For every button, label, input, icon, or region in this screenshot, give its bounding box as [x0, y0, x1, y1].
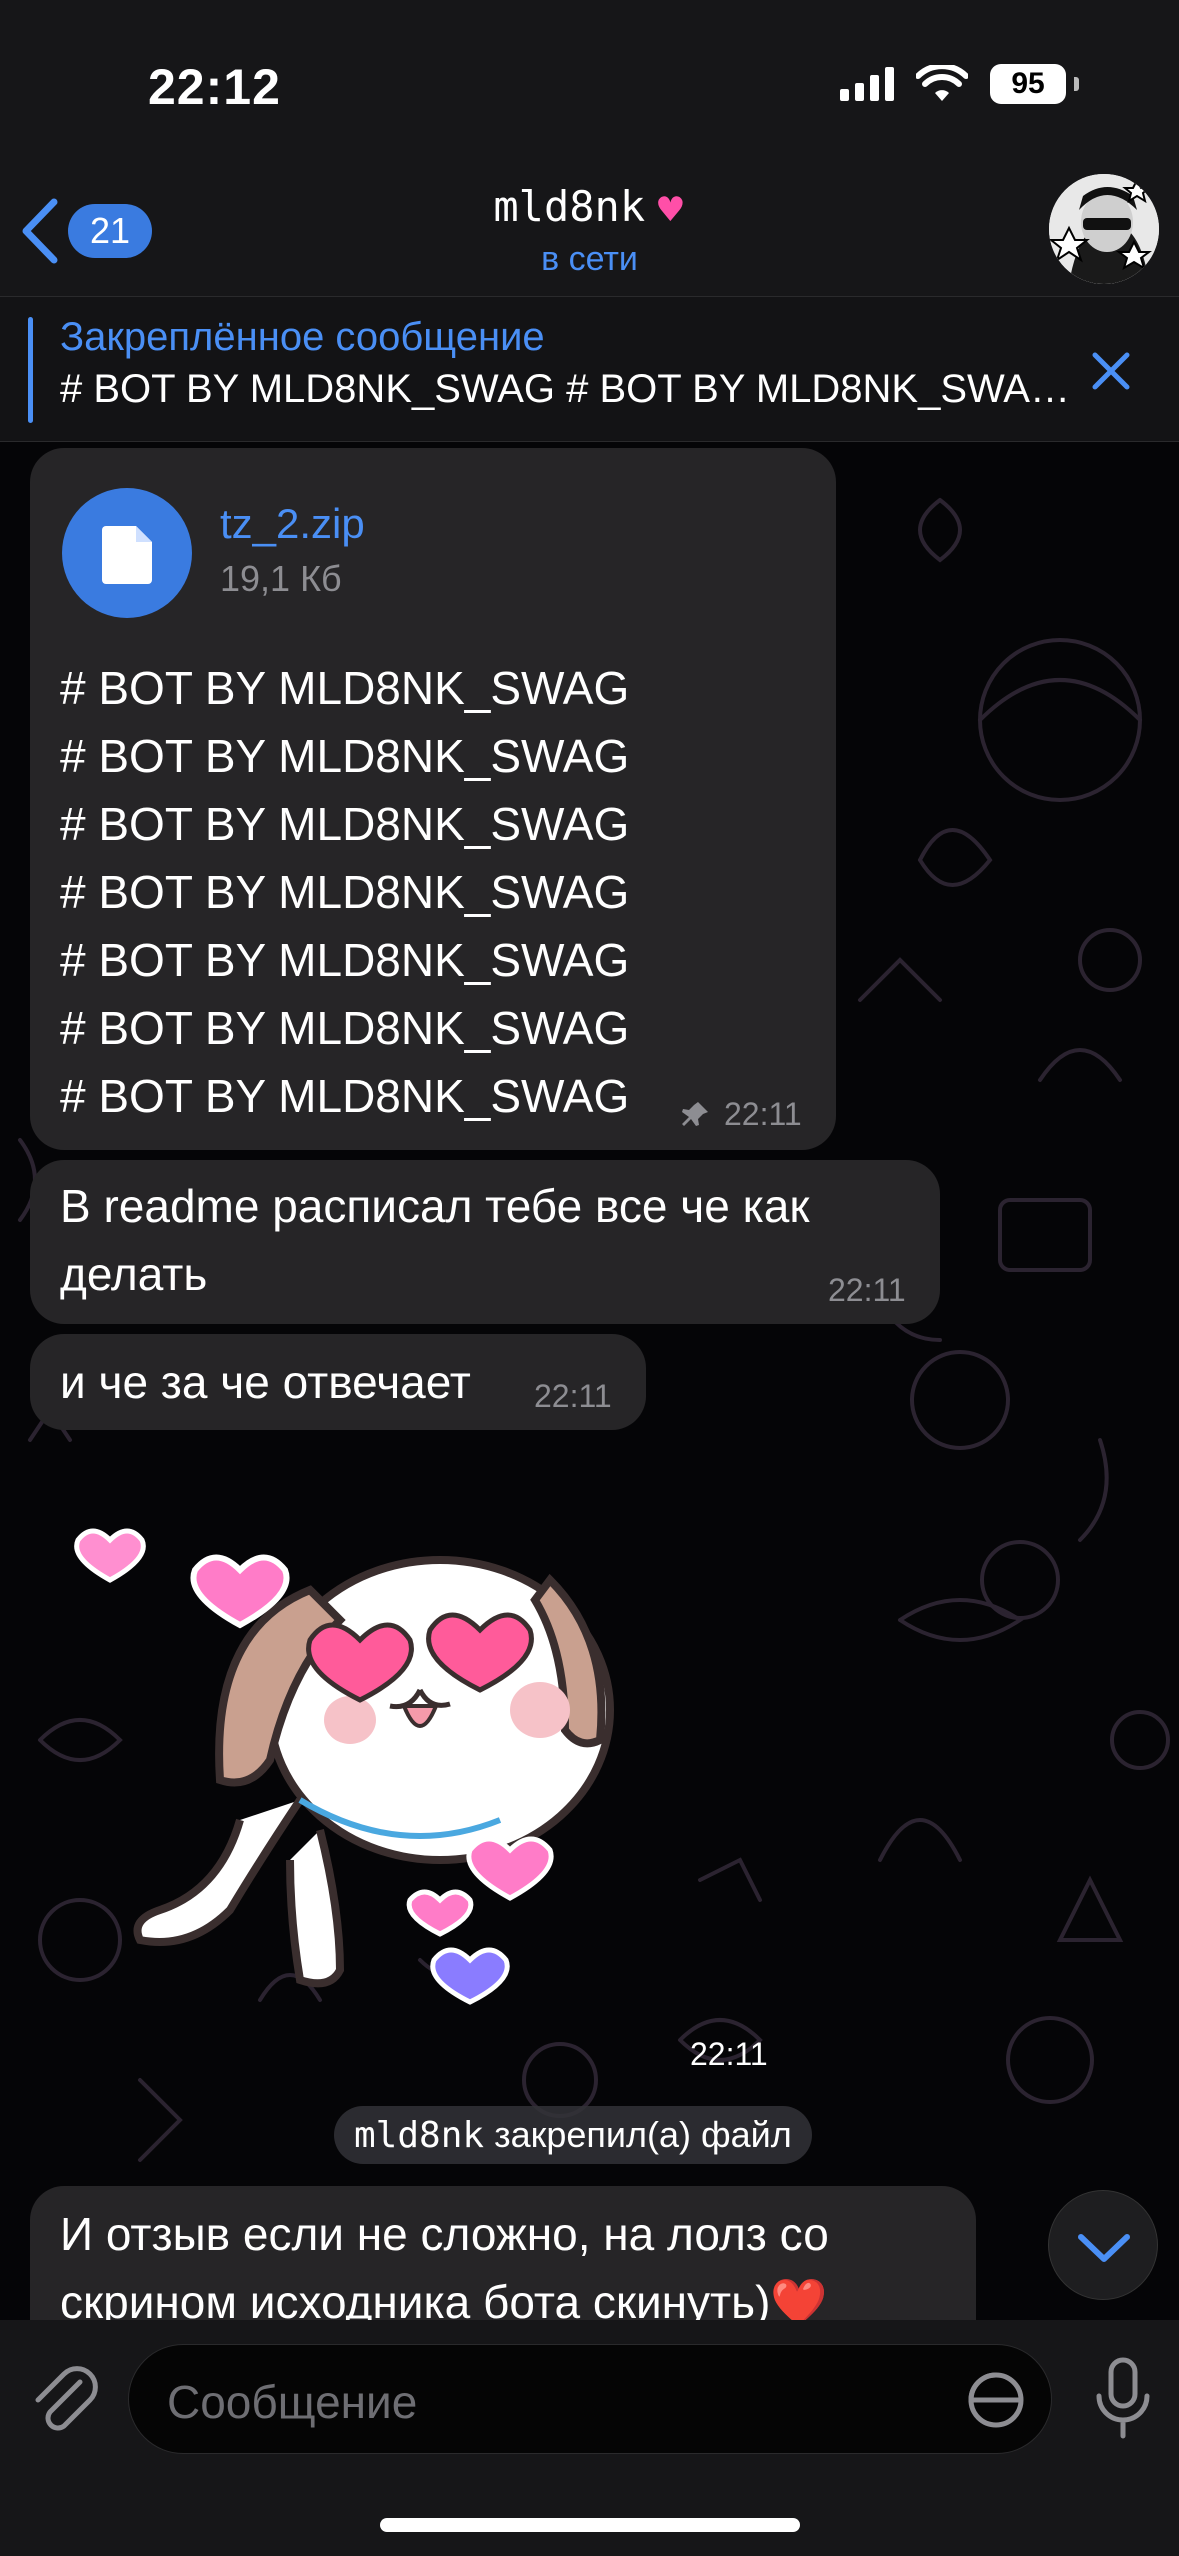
message-line: # BOT BY MLD8NK_SWAG [60, 934, 630, 986]
message-input[interactable]: Сообщение [128, 2344, 1052, 2454]
chat-header: 21 mld8nk ♥ в сети [0, 160, 1179, 296]
online-status: в сети [541, 240, 638, 278]
text-message[interactable]: И отзыв если не сложно, на лолз со скрин… [30, 2186, 976, 2320]
microphone-icon[interactable] [1093, 2356, 1153, 2442]
sticker-time: 22:11 [690, 2036, 768, 2072]
message-clip: И отзыв если не сложно, на лолз со скрин… [0, 2176, 1179, 2320]
message-time: 22:11 [828, 1272, 906, 1308]
message-input-bar: Сообщение [0, 2320, 1179, 2556]
chat-screen: 22:12 95 21 mld8nk ♥ в сети Закреплённое… [0, 0, 1179, 2556]
text-message[interactable]: В readme расписал тебе все че как делать… [30, 1160, 940, 1324]
wifi-icon [916, 65, 968, 101]
status-icons: 95 [840, 64, 1079, 104]
pinned-accent-line [28, 317, 33, 423]
message-time: 22:11 [724, 1096, 802, 1132]
text-message[interactable]: и че за че отвечает 22:11 [30, 1334, 646, 1430]
file-size: 19,1 Кб [220, 558, 342, 599]
file-download-button[interactable] [62, 488, 192, 618]
message-input-placeholder: Сообщение [167, 2376, 418, 2428]
message-line: # BOT BY MLD8NK_SWAG [60, 662, 630, 714]
paperclip-icon[interactable] [28, 2358, 100, 2438]
service-message: mld8nk закрепил(а) файл [334, 2106, 812, 2164]
file-name[interactable]: tz_2.zip [220, 500, 365, 548]
message-time: 22:11 [534, 1378, 612, 1414]
battery-tip [1074, 77, 1079, 91]
puppy-hearts-sticker[interactable] [60, 1480, 660, 2040]
service-user[interactable]: mld8nk [354, 2115, 484, 2156]
home-indicator[interactable] [380, 2518, 800, 2532]
status-bar: 22:12 95 [0, 0, 1179, 160]
document-icon [102, 526, 152, 584]
message-line: делать [60, 1248, 208, 1300]
message-line: # BOT BY MLD8NK_SWAG [60, 1002, 630, 1054]
cellular-signal-icon [840, 67, 894, 101]
pinned-title: Закреплённое сообщение [60, 315, 545, 359]
message-text: # BOT BY MLD8NK_SWAG # BOT BY MLD8NK_SWA… [60, 654, 629, 1130]
status-time: 22:12 [148, 59, 281, 115]
message-text: В readme расписал тебе все че как делать [60, 1172, 809, 1308]
close-icon[interactable] [1081, 341, 1141, 401]
chevron-down-icon [1078, 2234, 1130, 2262]
message-line-wrap: скрином исходника бота скинуть)❤️ [60, 2268, 829, 2320]
pinned-text: # BOT BY MLD8NK_SWAG # BOT BY MLD8NK_SWA… [60, 367, 1080, 411]
message-line: # BOT BY MLD8NK_SWAG [60, 730, 630, 782]
battery-indicator: 95 [990, 64, 1066, 104]
file-message[interactable]: tz_2.zip 19,1 Кб # BOT BY MLD8NK_SWAG # … [30, 448, 836, 1150]
message-line: # BOT BY MLD8NK_SWAG [60, 1070, 630, 1122]
message-text: и че за че отвечает [60, 1356, 471, 1408]
pin-icon [682, 1102, 708, 1126]
service-action: закрепил(а) файл [494, 2114, 792, 2155]
avatar-image [1049, 174, 1159, 284]
sticker-icon[interactable] [965, 2369, 1027, 2431]
message-line: # BOT BY MLD8NK_SWAG [60, 866, 630, 918]
scroll-to-bottom-button[interactable] [1048, 2190, 1158, 2300]
message-line: # BOT BY MLD8NK_SWAG [60, 798, 630, 850]
avatar[interactable] [1049, 174, 1159, 284]
pinned-message-bar[interactable]: Закреплённое сообщение # BOT BY MLD8NK_S… [0, 296, 1179, 442]
heart-emoji: ❤️ [770, 2276, 828, 2320]
chat-title-text: mld8nk [493, 182, 646, 231]
chat-title[interactable]: mld8nk ♥ [0, 182, 1179, 231]
message-line: скрином исходника бота скинуть) [60, 2276, 771, 2320]
heart-emoji: ♥ [655, 190, 686, 230]
message-line: В readme расписал тебе все че как [60, 1180, 810, 1232]
message-line: И отзыв если не сложно, на лолз со [60, 2208, 829, 2260]
message-text: И отзыв если не сложно, на лолз со скрин… [60, 2200, 829, 2320]
